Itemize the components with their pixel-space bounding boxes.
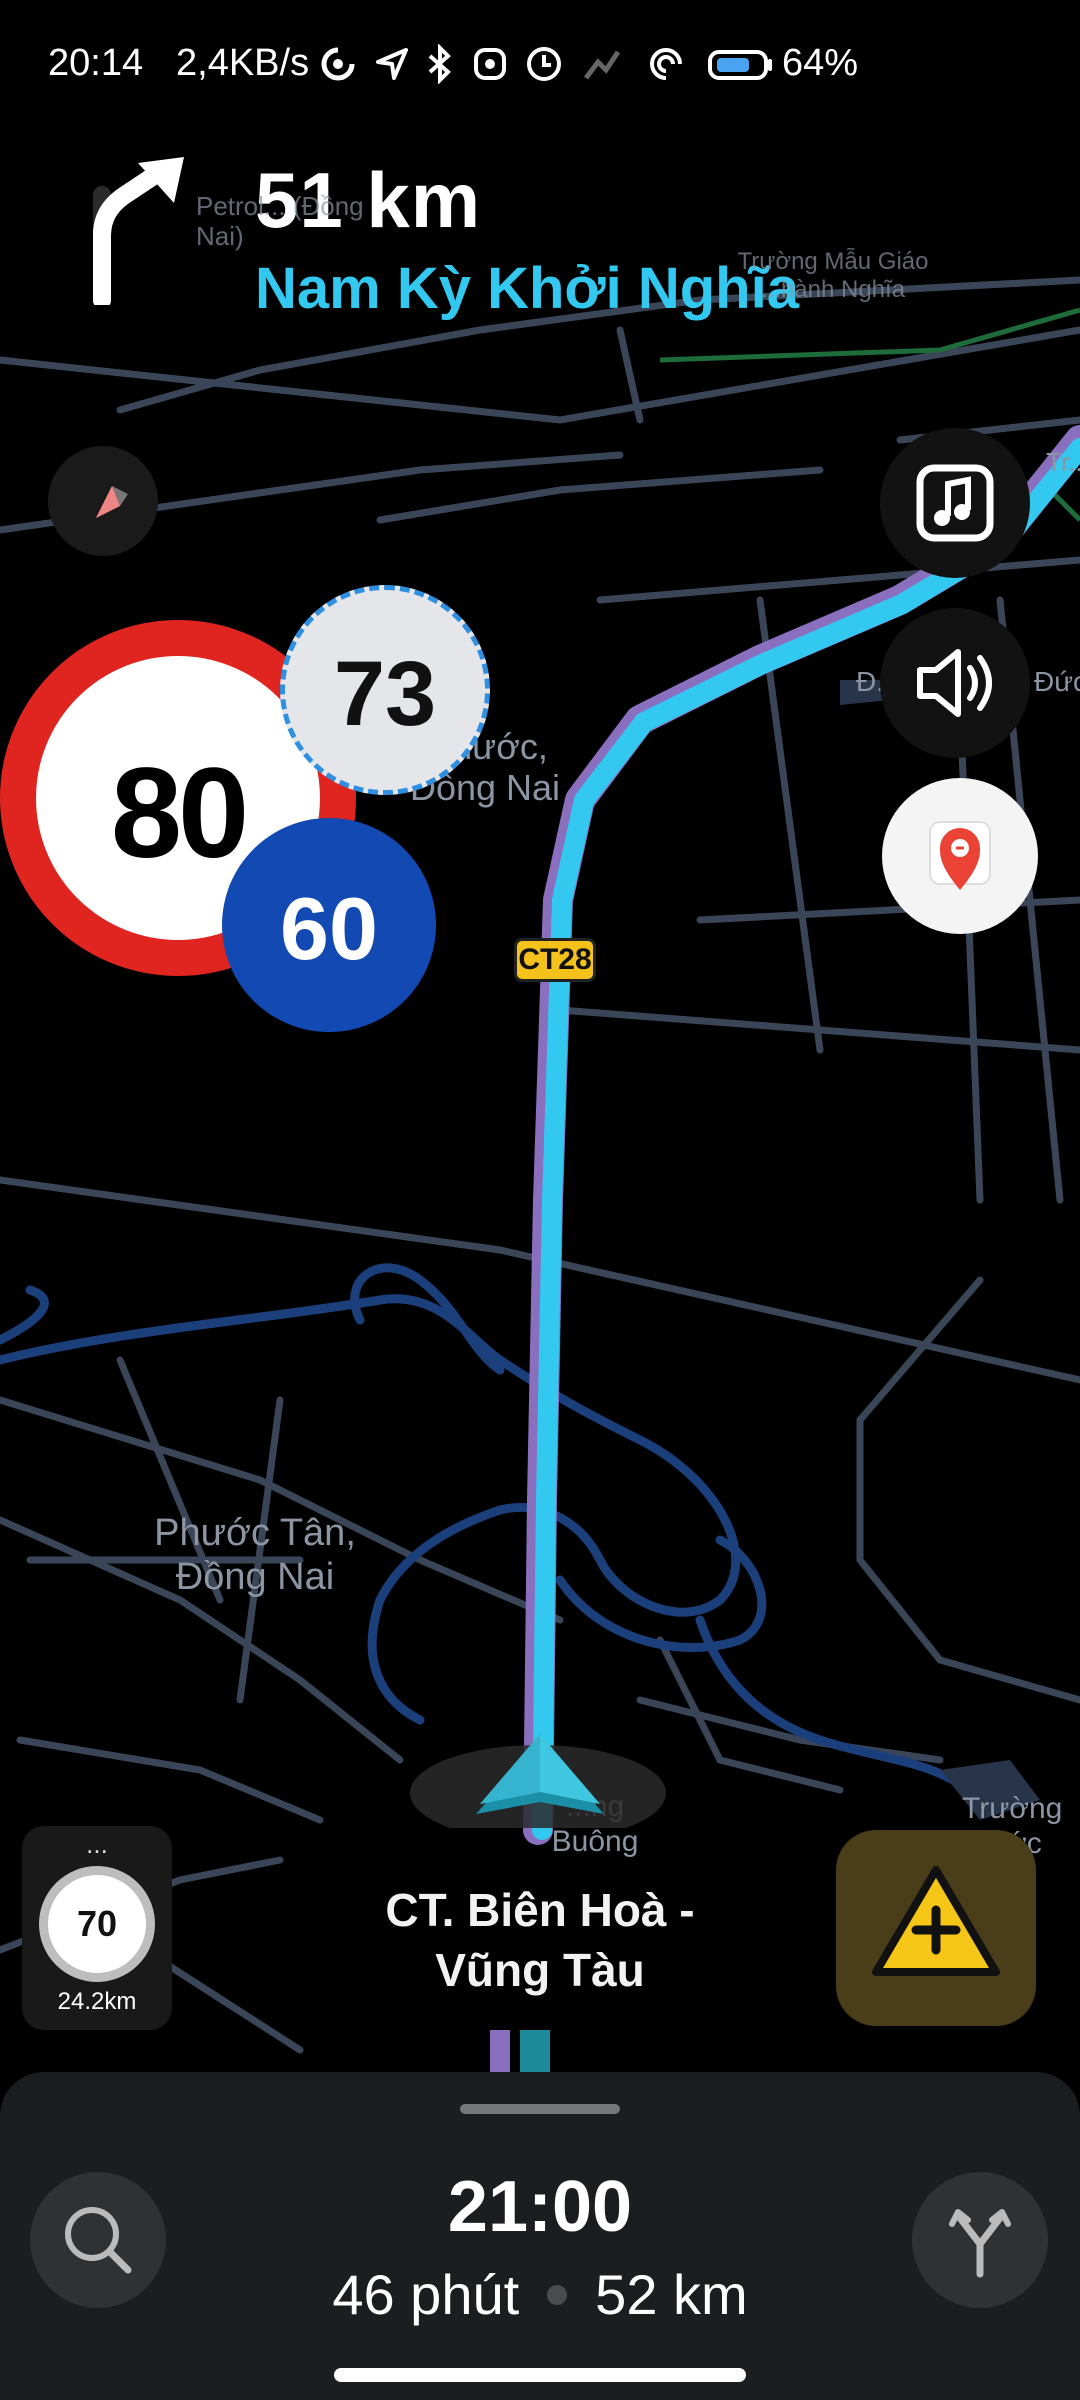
routes-button[interactable] bbox=[912, 2172, 1048, 2308]
road-shield: CT28 bbox=[514, 938, 596, 982]
speaker-icon bbox=[917, 649, 992, 717]
mini-speed-ring: 70 bbox=[39, 1866, 155, 1982]
map-label-edge-duc: Đức bbox=[1034, 666, 1080, 697]
home-indicator[interactable] bbox=[334, 2368, 746, 2382]
separator-dot bbox=[547, 2285, 568, 2306]
compass-button[interactable] bbox=[48, 446, 158, 556]
clock-icon bbox=[527, 47, 561, 81]
hotspot-icon bbox=[650, 48, 682, 80]
next-street-name: Nam Kỳ Khởi Nghĩa bbox=[255, 256, 799, 321]
status-time: 20:14 bbox=[48, 42, 144, 84]
app-icon bbox=[474, 48, 506, 80]
navigation-icon bbox=[376, 48, 408, 80]
map-label-edge-tr: Tr... bbox=[1046, 447, 1080, 477]
battery-level: 64% bbox=[782, 42, 859, 84]
signal-icon bbox=[584, 50, 621, 80]
route-split-icon bbox=[949, 2209, 1011, 2278]
warning-plus-icon bbox=[872, 1866, 1000, 1976]
trip-distance: 24.2km bbox=[57, 1988, 137, 2015]
trip-distance-remaining: 52 km bbox=[595, 2263, 748, 2326]
current-road-name: CT. Biên Hoà - Vũng Tàu bbox=[385, 1884, 695, 1996]
cruise-speed-value: 60 bbox=[280, 879, 378, 978]
bluetooth-icon bbox=[428, 44, 451, 84]
music-button[interactable] bbox=[880, 428, 1030, 578]
mini-speed-value: 70 bbox=[76, 1903, 118, 1944]
music-note-icon bbox=[916, 464, 994, 542]
status-bar: 20:14 2,4KB/s 64% bbox=[0, 0, 1080, 130]
battery-icon bbox=[708, 50, 772, 80]
compass-icon bbox=[96, 486, 128, 518]
trip-duration: 46 phút bbox=[332, 2263, 520, 2326]
google-maps-button[interactable] bbox=[882, 778, 1038, 934]
sound-button[interactable] bbox=[880, 608, 1030, 758]
network-speed: 2,4KB/s bbox=[176, 42, 310, 84]
current-speed-badge[interactable]: 73 bbox=[280, 585, 490, 795]
current-speed-value: 73 bbox=[333, 643, 437, 745]
cruise-speed-badge: 60 bbox=[222, 818, 436, 1032]
vehicle-position-marker bbox=[410, 1734, 666, 1828]
mini-speedometer[interactable]: ... 70 24.2km bbox=[22, 1826, 172, 2030]
drag-handle[interactable] bbox=[460, 2104, 620, 2114]
map-label-phuoc-tan: Phước Tân, Đồng Nai bbox=[154, 1512, 356, 1598]
map-label-school: Trường Mẫu Giáo ...hành Nghĩa bbox=[737, 248, 929, 303]
trip-summary-panel[interactable]: 21:00 46 phút 52 km bbox=[0, 2072, 1080, 2400]
report-hazard-button[interactable] bbox=[836, 1830, 1036, 2026]
sync-icon bbox=[321, 47, 355, 81]
turn-right-icon bbox=[93, 157, 184, 305]
map-label-petrol: Petrol... (Đồng Nai) bbox=[196, 191, 364, 251]
more-options-icon[interactable]: ... bbox=[22, 1831, 172, 1857]
map-canvas[interactable] bbox=[0, 0, 1080, 2400]
google-maps-icon bbox=[929, 821, 991, 890]
